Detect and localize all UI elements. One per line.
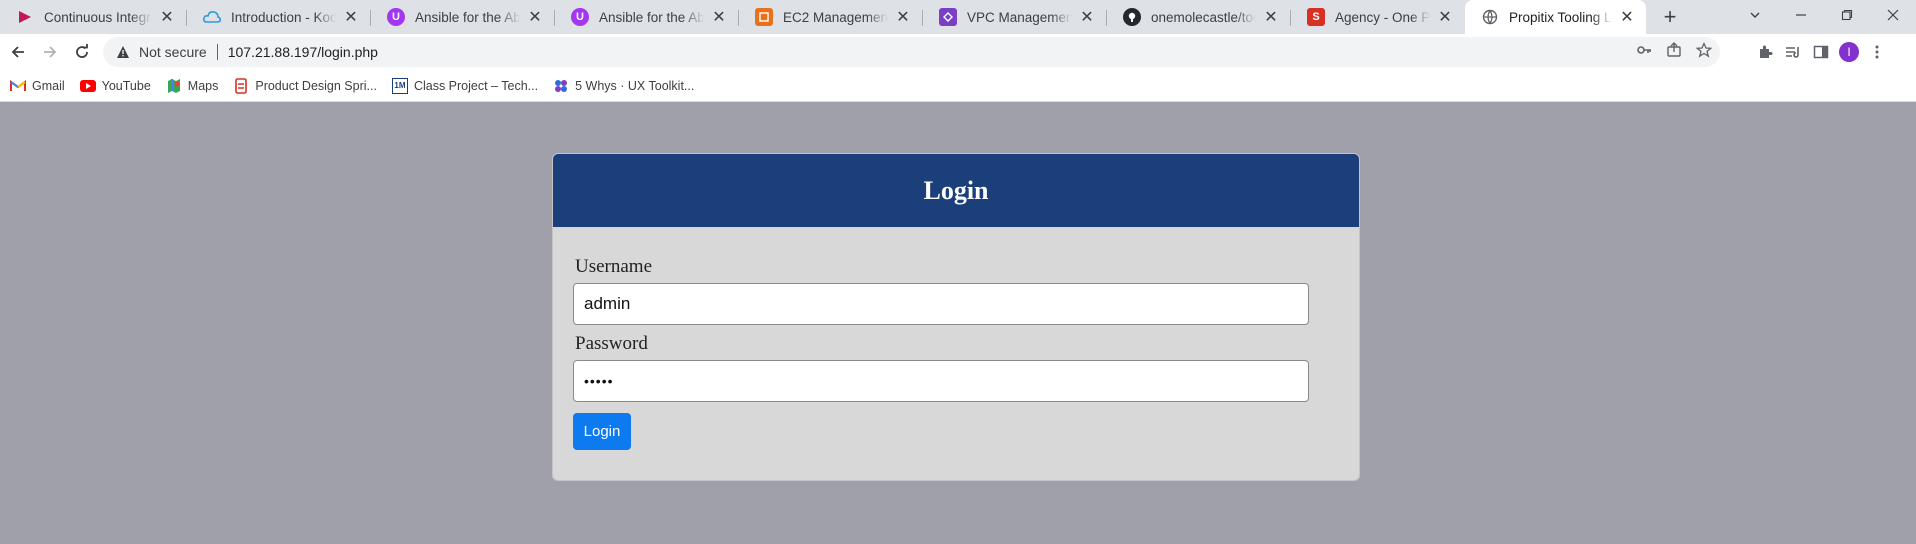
tab-search-icon[interactable] bbox=[1732, 0, 1778, 30]
tab-title: Agency - One Page Bootstrap bbox=[1335, 9, 1430, 25]
menu-kebab-icon[interactable] bbox=[1863, 38, 1891, 66]
tab-strip: Continuous Integration ✕ Introduction - … bbox=[0, 0, 1916, 34]
close-icon[interactable]: ✕ bbox=[1436, 8, 1454, 26]
close-icon[interactable]: ✕ bbox=[158, 8, 176, 26]
play-logo-icon bbox=[16, 8, 34, 26]
close-icon[interactable]: ✕ bbox=[342, 8, 360, 26]
bookmark-product-design[interactable]: Product Design Spri... bbox=[233, 77, 377, 94]
udemy-icon: U bbox=[387, 8, 405, 26]
tab-kodekloud[interactable]: Introduction - KodeKloud ✕ bbox=[187, 0, 370, 34]
browser-toolbar: Not secure 107.21.88.197/login.php I bbox=[0, 34, 1916, 70]
warning-icon[interactable] bbox=[115, 44, 131, 60]
youtube-icon bbox=[79, 78, 96, 94]
back-arrow-icon[interactable] bbox=[4, 38, 32, 66]
login-card-header: Login bbox=[553, 154, 1359, 227]
tab-vpc[interactable]: VPC Management Console ✕ bbox=[923, 0, 1106, 34]
bookmark-label: Gmail bbox=[32, 78, 65, 93]
tab-agency[interactable]: S Agency - One Page Bootstrap ✕ bbox=[1291, 0, 1464, 34]
close-icon[interactable]: ✕ bbox=[526, 8, 544, 26]
aws-ec2-icon bbox=[755, 8, 773, 26]
security-label[interactable]: Not secure bbox=[139, 44, 207, 60]
tab-title: Continuous Integration bbox=[44, 9, 152, 25]
ux-toolkit-icon bbox=[553, 78, 569, 94]
udemy-icon: U bbox=[571, 8, 589, 26]
new-tab-button[interactable]: + bbox=[1658, 4, 1682, 29]
extensions-puzzle-icon[interactable] bbox=[1751, 38, 1779, 66]
bookmark-star-icon[interactable] bbox=[1695, 41, 1713, 63]
profile-avatar[interactable]: I bbox=[1835, 38, 1863, 66]
gmail-icon bbox=[10, 78, 26, 94]
tab-propitix-login[interactable]: Propitix Tooling Login ✕ bbox=[1465, 0, 1646, 34]
username-input[interactable]: admin bbox=[573, 283, 1309, 325]
close-icon[interactable]: ✕ bbox=[894, 8, 912, 26]
bookmark-label: YouTube bbox=[101, 78, 151, 93]
tab-title: VPC Management Console bbox=[967, 9, 1072, 25]
close-window-icon[interactable] bbox=[1870, 0, 1916, 30]
address-divider bbox=[216, 44, 218, 60]
tab-title: Introduction - KodeKloud bbox=[231, 9, 336, 25]
close-icon[interactable]: ✕ bbox=[710, 8, 728, 26]
address-actions bbox=[1636, 37, 1713, 67]
bookmark-maps[interactable]: Maps bbox=[166, 78, 219, 94]
bookmark-label: Class Project – Tech... bbox=[413, 78, 539, 93]
close-icon[interactable]: ✕ bbox=[1078, 8, 1096, 26]
maps-icon bbox=[166, 78, 182, 94]
password-input[interactable]: ••••• bbox=[573, 360, 1309, 402]
tab-ansible-2[interactable]: U Ansible for the Absolute ✕ bbox=[555, 0, 738, 34]
tab-title: Ansible for the Absolute bbox=[599, 9, 704, 25]
login-title: Login bbox=[923, 175, 989, 205]
tab-continuous-integration[interactable]: Continuous Integration ✕ bbox=[0, 0, 186, 34]
tab-title: onemolecastle/tooling bbox=[1151, 9, 1256, 25]
tab-title: EC2 Management Console bbox=[783, 9, 888, 25]
1m-logo-icon: 1M bbox=[391, 77, 408, 94]
password-label: Password bbox=[575, 333, 648, 354]
key-icon[interactable] bbox=[1636, 42, 1652, 63]
page-body: Login Username admin Password ••••• Logi… bbox=[0, 102, 1916, 544]
github-icon bbox=[1123, 8, 1141, 26]
login-button[interactable]: Login bbox=[573, 413, 631, 450]
bookmark-class-project[interactable]: 1M Class Project – Tech... bbox=[391, 77, 539, 94]
reload-icon[interactable] bbox=[68, 38, 96, 66]
kodekloud-icon bbox=[203, 8, 221, 26]
share-icon[interactable] bbox=[1666, 41, 1682, 63]
login-card: Login Username admin Password ••••• Logi… bbox=[552, 153, 1360, 481]
restore-icon[interactable] bbox=[1824, 0, 1870, 30]
close-icon[interactable]: ✕ bbox=[1618, 8, 1636, 26]
bookmark-label: Maps bbox=[187, 78, 219, 93]
media-queue-icon[interactable] bbox=[1779, 38, 1807, 66]
bookmarks-bar: Gmail YouTube Maps Product Design Spri..… bbox=[0, 70, 1916, 102]
url-text[interactable]: 107.21.88.197/login.php bbox=[228, 44, 378, 60]
tab-title: Propitix Tooling Login bbox=[1509, 9, 1612, 25]
minimize-icon[interactable] bbox=[1778, 0, 1824, 30]
tab-title: Ansible for the Absolute bbox=[415, 9, 520, 25]
close-icon[interactable]: ✕ bbox=[1262, 8, 1280, 26]
globe-icon bbox=[1481, 8, 1499, 26]
side-panel-icon[interactable] bbox=[1807, 38, 1835, 66]
bookmark-red-icon bbox=[233, 77, 249, 94]
address-bar[interactable]: Not secure 107.21.88.197/login.php bbox=[103, 37, 1720, 67]
username-label: Username bbox=[575, 256, 653, 277]
toolbar-right: I bbox=[1751, 38, 1891, 66]
s-logo-icon: S bbox=[1307, 8, 1325, 26]
bookmark-5-whys[interactable]: 5 Whys · UX Toolkit... bbox=[553, 78, 694, 94]
bookmark-label: Product Design Spri... bbox=[255, 78, 377, 93]
bookmark-gmail[interactable]: Gmail bbox=[10, 78, 65, 94]
tab-ec2[interactable]: EC2 Management Console ✕ bbox=[739, 0, 922, 34]
bookmark-youtube[interactable]: YouTube bbox=[79, 78, 151, 94]
avatar-initial: I bbox=[1839, 42, 1859, 62]
bookmark-label: 5 Whys · UX Toolkit... bbox=[575, 78, 695, 93]
forward-arrow-icon[interactable] bbox=[36, 38, 64, 66]
tab-github[interactable]: onemolecastle/tooling ✕ bbox=[1107, 0, 1290, 34]
tab-ansible-1[interactable]: U Ansible for the Absolute ✕ bbox=[371, 0, 554, 34]
aws-vpc-icon bbox=[939, 8, 957, 26]
